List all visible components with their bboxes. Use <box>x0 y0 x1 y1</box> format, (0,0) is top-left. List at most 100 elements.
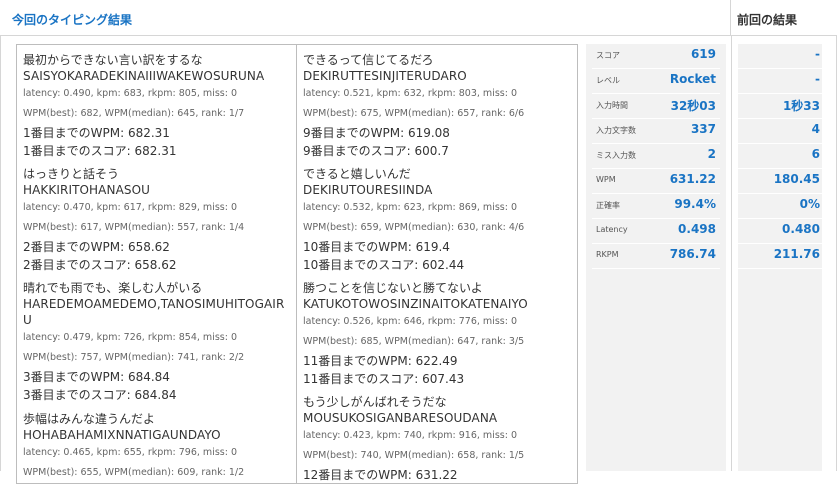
cumulative-wpm: 11番目までのWPM: 622.49 <box>303 354 458 368</box>
sentence-japanese: 晴れでも雨でも、楽しむ人がいる <box>23 281 203 295</box>
prev-row-latency: 0.480 <box>738 219 822 244</box>
sentences-column-left: 最初からできない言い訳をするな SAISYOKARADEKINAIIIWAKEW… <box>17 45 297 483</box>
cumulative-score: 11番目までのスコア: 607.43 <box>303 372 465 386</box>
cumulative-wpm: 2番目までのWPM: 658.62 <box>23 240 170 254</box>
stat-row-wpm: WPM 631.22 <box>592 169 720 194</box>
stat-label: 正確率 <box>596 201 620 210</box>
sentence-romaji: KATUKOTOWOSINZINAITOKATENAIYO <box>303 297 528 311</box>
cumulative-score: 1番目までのスコア: 682.31 <box>23 144 177 158</box>
stat-label: レベル <box>596 76 620 85</box>
stat-value: 32秒03 <box>670 99 716 113</box>
stat-label: スコア <box>596 51 620 60</box>
sentence-wpm-stats: WPM(best): 682, WPM(median): 645, rank: … <box>23 108 245 119</box>
prev-value: 211.76 <box>773 247 820 261</box>
sentence-latency-stats: latency: 0.470, kpm: 617, rkpm: 829, mis… <box>23 202 237 213</box>
sentence-latency-stats: latency: 0.521, kpm: 632, rkpm: 803, mis… <box>303 88 517 99</box>
cumulative-score: 3番目までのスコア: 684.84 <box>23 388 177 402</box>
sentence-entry: 最初からできない言い訳をするな SAISYOKARADEKINAIIIWAKEW… <box>23 52 293 160</box>
stat-row-accuracy: 正確率 99.4% <box>592 194 720 219</box>
stat-row-rkpm: RKPM 786.74 <box>592 244 720 269</box>
stat-value: 619 <box>690 47 716 61</box>
typed-sentences-list[interactable]: 最初からできない言い訳をするな SAISYOKARADEKINAIIIWAKEW… <box>16 44 578 484</box>
stat-row-level: レベル Rocket <box>592 69 720 94</box>
prev-row-level: - <box>738 69 822 94</box>
sentence-latency-stats: latency: 0.479, kpm: 726, rkpm: 854, mis… <box>23 332 237 343</box>
sentence-entry: できるって信じてるだろ DEKIRUTTESINJITERUDARO laten… <box>303 52 573 160</box>
sentence-latency-stats: latency: 0.490, kpm: 683, rkpm: 805, mis… <box>23 88 237 99</box>
cumulative-wpm: 12番目までのWPM: 631.22 <box>303 468 458 482</box>
sentence-entry: 晴れでも雨でも、楽しむ人がいる HAREDEMOAMEDEMO,TANOSIMU… <box>23 280 293 404</box>
cumulative-score: 2番目までのスコア: 658.62 <box>23 258 177 272</box>
sentence-wpm-stats: WPM(best): 757, WPM(median): 741, rank: … <box>23 352 245 363</box>
stat-label: 入力時間 <box>596 101 628 110</box>
cumulative-wpm: 1番目までのWPM: 682.31 <box>23 126 170 140</box>
prev-value: 180.45 <box>773 172 820 186</box>
stat-label: WPM <box>596 175 616 184</box>
stat-label: 入力文字数 <box>596 126 636 135</box>
stat-row-input-time: 入力時間 32秒03 <box>592 94 720 119</box>
sentence-romaji: DEKIRUTOURESIINDA <box>303 183 433 197</box>
sentence-latency-stats: latency: 0.423, kpm: 740, rkpm: 916, mis… <box>303 430 517 441</box>
prev-row-score: - <box>738 44 822 69</box>
sentence-latency-stats: latency: 0.465, kpm: 655, rkpm: 796, mis… <box>23 447 237 458</box>
sentence-japanese: はっきりと話そう <box>23 167 120 181</box>
stat-value: Rocket <box>669 72 716 86</box>
prev-value: - <box>815 47 820 61</box>
stat-row-miss-count: ミス入力数 2 <box>592 144 720 169</box>
stat-label: Latency <box>596 225 628 234</box>
sentence-japanese: 歩幅はみんな違うんだよ <box>23 412 156 426</box>
sentence-japanese: 勝つことを信じないと勝てないよ <box>303 281 483 295</box>
sentences-column-right: できるって信じてるだろ DEKIRUTTESINJITERUDARO laten… <box>297 45 577 483</box>
stat-value: 2 <box>707 147 716 161</box>
previous-stats-table: - - 1秒33 4 6 180.45 0% 0.480 211.76 <box>738 44 822 471</box>
sentence-entry: 勝つことを信じないと勝てないよ KATUKOTOWOSINZINAITOKATE… <box>303 280 573 388</box>
sentence-romaji: DEKIRUTTESINJITERUDARO <box>303 69 467 83</box>
current-results-header: 今回のタイピング結果 <box>0 0 731 36</box>
prev-row-char-count: 4 <box>738 119 822 144</box>
cumulative-wpm: 9番目までのWPM: 619.08 <box>303 126 450 140</box>
prev-row-rkpm: 211.76 <box>738 244 822 269</box>
prev-value: 6 <box>811 147 820 161</box>
stat-label: RKPM <box>596 250 619 259</box>
sentence-romaji: HOHABAHAMIXNNATIGAUNDAYO <box>23 428 221 442</box>
sentence-japanese: もう少しがんばれそうだな <box>303 395 447 409</box>
prev-value: 0% <box>799 197 820 211</box>
sentence-japanese: できると嬉しいんだ <box>303 167 411 181</box>
prev-row-accuracy: 0% <box>738 194 822 219</box>
stat-label: ミス入力数 <box>596 151 636 160</box>
sentence-latency-stats: latency: 0.526, kpm: 646, rkpm: 776, mis… <box>303 316 517 327</box>
prev-value: - <box>815 72 820 86</box>
sentence-latency-stats: latency: 0.532, kpm: 623, rkpm: 869, mis… <box>303 202 517 213</box>
sentence-entry: 歩幅はみんな違うんだよ HOHABAHAMIXNNATIGAUNDAYO lat… <box>23 411 293 483</box>
previous-results-header: 前回の結果 <box>731 0 837 36</box>
cumulative-score: 9番目までのスコア: 600.7 <box>303 144 449 158</box>
sentence-wpm-stats: WPM(best): 659, WPM(median): 630, rank: … <box>303 222 525 233</box>
sentence-romaji: SAISYOKARADEKINAIIIWAKEWOSURUNA <box>23 69 265 83</box>
cumulative-wpm: 3番目までのWPM: 684.84 <box>23 370 170 384</box>
sentence-romaji: MOUSUKOSIGANBARESOUDANA <box>303 411 498 425</box>
cumulative-wpm: 10番目までのWPM: 619.4 <box>303 240 450 254</box>
prev-row-input-time: 1秒33 <box>738 94 822 119</box>
sentence-wpm-stats: WPM(best): 675, WPM(median): 657, rank: … <box>303 108 525 119</box>
prev-row-wpm: 180.45 <box>738 169 822 194</box>
sentence-wpm-stats: WPM(best): 655, WPM(median): 609, rank: … <box>23 467 245 478</box>
stat-value: 337 <box>690 122 716 136</box>
sentence-wpm-stats: WPM(best): 685, WPM(median): 647, rank: … <box>303 336 525 347</box>
sentence-japanese: できるって信じてるだろ <box>303 53 434 67</box>
sentence-wpm-stats: WPM(best): 617, WPM(median): 557, rank: … <box>23 222 245 233</box>
previous-results-title: 前回の結果 <box>737 13 798 27</box>
current-stats-table: スコア 619 レベル Rocket 入力時間 32秒03 入力文字数 337 ミス入力… <box>586 44 726 471</box>
stat-row-latency: Latency 0.498 <box>592 219 720 244</box>
sentence-japanese: 最初からできない言い訳をするな <box>23 53 203 67</box>
stat-value: 0.498 <box>678 222 716 236</box>
sentence-romaji: HAKKIRITOHANASOU <box>23 183 151 197</box>
stat-value: 786.74 <box>669 247 716 261</box>
stat-row-score: スコア 619 <box>592 44 720 69</box>
sentence-entry: できると嬉しいんだ DEKIRUTOURESIINDA latency: 0.5… <box>303 166 573 274</box>
cumulative-score: 10番目までのスコア: 602.44 <box>303 258 465 272</box>
prev-value: 1秒33 <box>782 99 820 113</box>
column-divider <box>731 36 732 471</box>
sentence-entry: はっきりと話そう HAKKIRITOHANASOU latency: 0.470… <box>23 166 293 274</box>
stat-value: 631.22 <box>669 172 716 186</box>
stat-row-char-count: 入力文字数 337 <box>592 119 720 144</box>
